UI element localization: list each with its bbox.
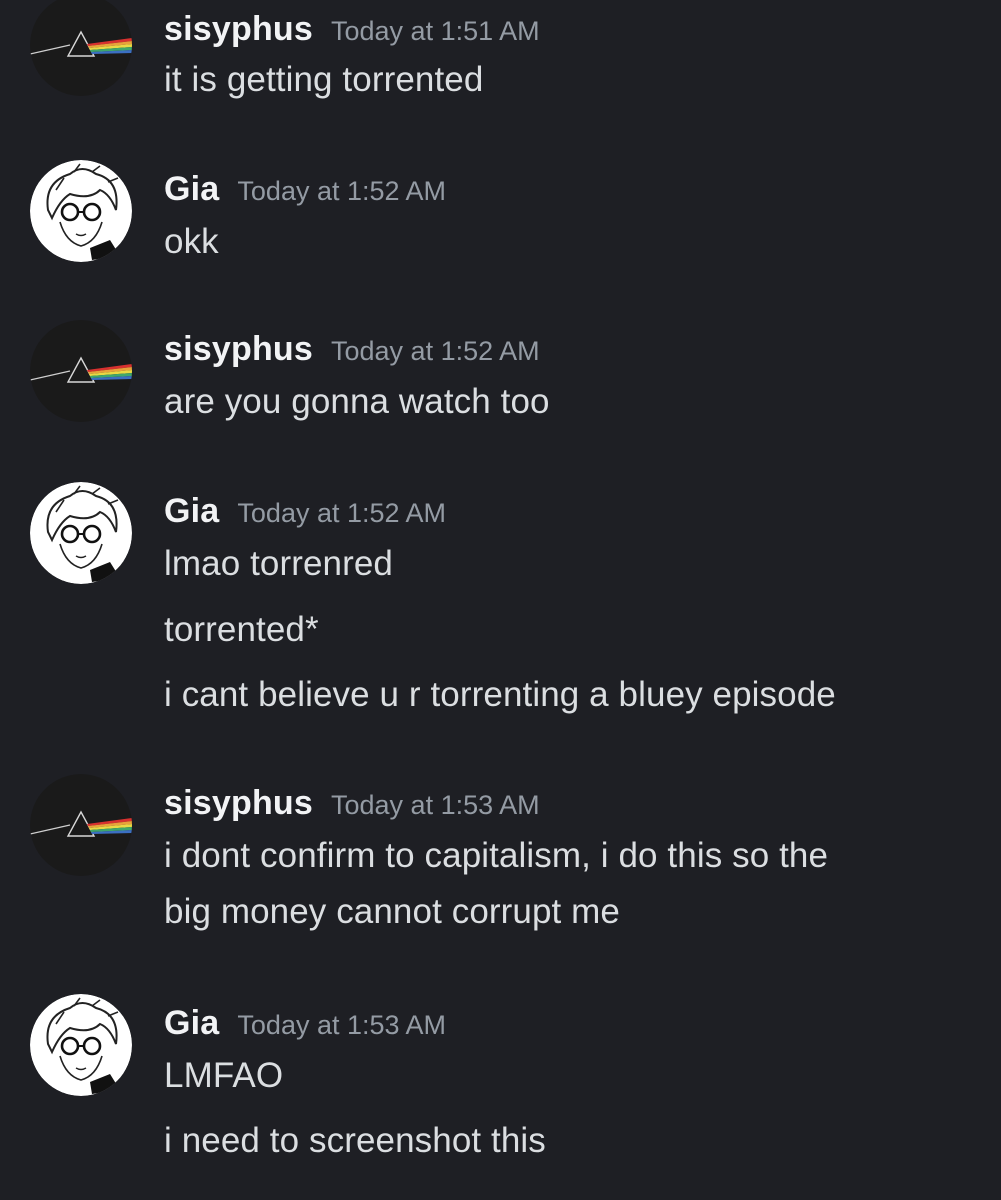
username[interactable]: sisyphus [164,330,313,368]
username[interactable]: Gia [164,1004,219,1042]
timestamp[interactable]: Today at 1:52 AM [331,336,540,366]
prism-icon [30,320,132,422]
message-text: i cant believe u r torrenting a bluey ep… [164,675,836,714]
avatar[interactable] [30,994,132,1096]
username[interactable]: Gia [164,170,219,208]
anime-avatar-icon [30,994,132,1096]
message-text: it is getting torrented [164,60,484,99]
avatar[interactable] [30,0,132,96]
username[interactable]: sisyphus [164,10,313,48]
username[interactable]: Gia [164,492,219,530]
timestamp[interactable]: Today at 1:51 AM [331,16,540,46]
message-text: big money cannot corrupt me [164,892,620,931]
avatar[interactable] [30,160,132,262]
prism-icon [30,0,132,96]
prism-icon [30,774,132,876]
timestamp[interactable]: Today at 1:52 AM [237,498,446,528]
message-text: i need to screenshot this [164,1121,546,1160]
message-text: torrented* [164,610,319,649]
avatar[interactable] [30,482,132,584]
timestamp[interactable]: Today at 1:53 AM [331,790,540,820]
avatar[interactable] [30,774,132,876]
timestamp[interactable]: Today at 1:52 AM [237,176,446,206]
message-text: LMFAO [164,1056,284,1095]
message-text: are you gonna watch too [164,382,550,421]
anime-avatar-icon [30,482,132,584]
timestamp[interactable]: Today at 1:53 AM [237,1010,446,1040]
message-text: i dont confirm to capitalism, i do this … [164,836,829,875]
username[interactable]: sisyphus [164,784,313,822]
avatar[interactable] [30,320,132,422]
message-text: lmao torrenred [164,544,394,583]
anime-avatar-icon [30,160,132,262]
message-text: okk [164,222,219,261]
